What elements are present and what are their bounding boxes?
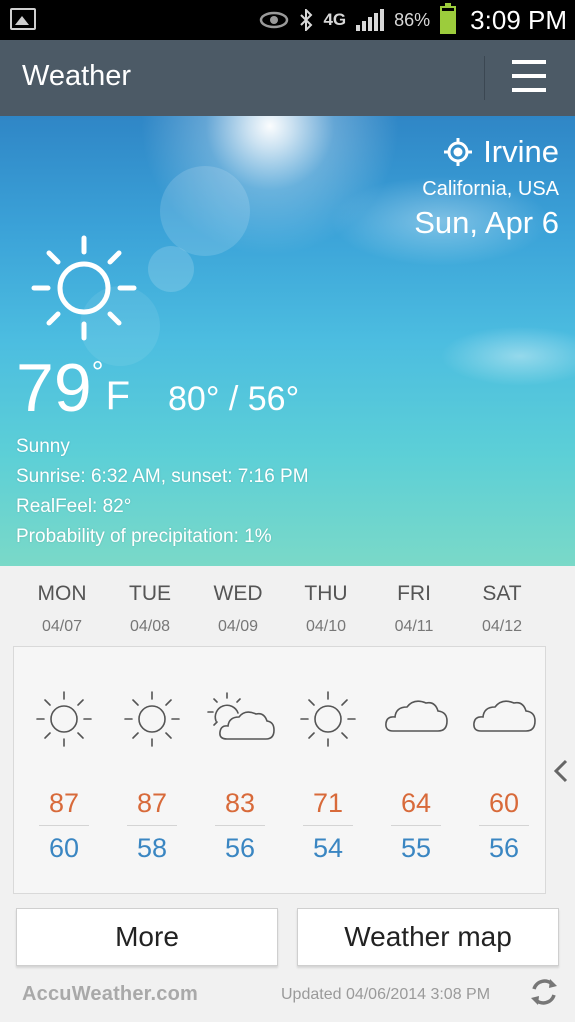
- forecast-day[interactable]: 87 58: [108, 687, 196, 866]
- high-temp: 87: [48, 788, 80, 818]
- signal-icon: [356, 9, 385, 31]
- sunny-icon: [293, 687, 363, 751]
- low-temp: 60: [48, 833, 80, 863]
- low-temp: 56: [488, 833, 520, 863]
- location-row[interactable]: Irvine: [414, 134, 559, 170]
- day-header[interactable]: MON 04/07: [18, 578, 106, 636]
- sun-icon: [31, 235, 137, 341]
- high-temp: 60: [488, 788, 520, 818]
- forecast-days: MON 04/07 TUE 04/08 WED 04/09 THU 04/10 FRI 0…: [18, 578, 546, 636]
- current-weather-hero: Irvine California, USA Sun, Apr 6 79 ° F…: [0, 116, 575, 566]
- current-date: Sun, Apr 6: [414, 205, 559, 240]
- day-name: THU: [304, 582, 348, 605]
- region-name: California, USA: [422, 178, 559, 200]
- day-header[interactable]: THU 04/10: [282, 578, 370, 636]
- battery-icon: [440, 3, 457, 34]
- day-header[interactable]: FRI 04/11: [370, 578, 458, 636]
- status-bar: 4G 86% 3:09 PM: [0, 0, 575, 40]
- image-notification-icon: [10, 8, 36, 30]
- day-header[interactable]: WED 04/09: [194, 578, 282, 636]
- cloudy-icon: [381, 687, 451, 751]
- status-time: 3:09 PM: [470, 4, 567, 35]
- forecast-day[interactable]: 71 54: [284, 687, 372, 866]
- temp-divider: [39, 825, 89, 826]
- temp-divider: [479, 825, 529, 826]
- day-date: 04/12: [481, 618, 523, 635]
- forecast-row: 87 60 87 58 83 56 71 54 64 55 60 56: [20, 687, 548, 866]
- updated-timestamp: Updated 04/06/2014 3:08 PM: [281, 986, 491, 1003]
- day-date: 04/11: [394, 618, 434, 635]
- day-name: SAT: [482, 582, 522, 605]
- weather-map-button[interactable]: Weather map: [297, 908, 559, 966]
- low-temp: 55: [400, 833, 432, 863]
- sunny-icon: [29, 687, 99, 751]
- battery-percent: 86%: [394, 9, 431, 30]
- more-button[interactable]: More: [16, 908, 278, 966]
- app-header: Weather: [0, 40, 575, 116]
- temp-divider: [215, 825, 265, 826]
- bluetooth-icon: [300, 9, 313, 31]
- lens-flare: [160, 166, 250, 256]
- network-4g-icon: 4G: [323, 10, 347, 29]
- temp-divider: [303, 825, 353, 826]
- temperature-unit: F: [105, 374, 131, 418]
- low-temp: 54: [312, 833, 344, 863]
- forecast-day[interactable]: 60 56: [460, 687, 548, 866]
- day-name: WED: [213, 582, 263, 605]
- temperature-value: 79: [16, 350, 92, 426]
- high-low-temp: 80° / 56°: [168, 380, 300, 418]
- degree-symbol: °: [91, 356, 104, 389]
- condition-text: Sunny: [16, 436, 70, 457]
- day-name: FRI: [397, 582, 431, 605]
- day-date: 04/08: [129, 618, 171, 635]
- forecast-day[interactable]: 64 55: [372, 687, 460, 866]
- realfeel-text: RealFeel: 82°: [16, 496, 132, 517]
- eye-icon: [260, 11, 289, 29]
- low-temp: 56: [224, 833, 256, 863]
- accuweather-logo[interactable]: AccuWeather.com: [22, 983, 198, 1006]
- precipitation-text: Probability of precipitation: 1%: [16, 526, 272, 547]
- day-header[interactable]: TUE 04/08: [106, 578, 194, 636]
- temp-divider: [391, 825, 441, 826]
- chevron-left-icon[interactable]: [552, 758, 570, 784]
- day-date: 04/10: [305, 618, 347, 635]
- status-icons: 4G 86% 3:09 PM: [259, 0, 567, 40]
- temp-divider: [127, 825, 177, 826]
- day-date: 04/09: [217, 618, 259, 635]
- partly-cloudy-icon: [205, 687, 275, 751]
- high-temp: 83: [224, 788, 256, 818]
- refresh-icon[interactable]: [528, 975, 560, 1009]
- cloud-wisp: [440, 326, 575, 386]
- day-header[interactable]: SAT 04/12: [458, 578, 546, 636]
- high-temp: 71: [312, 788, 344, 818]
- day-name: TUE: [129, 582, 171, 605]
- location-block: Irvine California, USA Sun, Apr 6: [414, 134, 559, 241]
- forecast-day[interactable]: 83 56: [196, 687, 284, 866]
- app-title: Weather: [22, 60, 132, 92]
- high-temp: 87: [136, 788, 168, 818]
- current-temperature: 79 ° F: [16, 354, 130, 422]
- cloudy-icon: [469, 687, 539, 751]
- low-temp: 58: [136, 833, 168, 863]
- lens-flare: [148, 246, 194, 292]
- forecast-day[interactable]: 87 60: [20, 687, 108, 866]
- forecast-panel[interactable]: 87 60 87 58 83 56 71 54 64 55 60 56: [13, 646, 546, 894]
- header-divider: [484, 56, 485, 100]
- high-temp: 64: [400, 788, 432, 818]
- hamburger-menu-icon[interactable]: [510, 58, 550, 98]
- city-name: Irvine: [483, 134, 559, 169]
- gps-location-icon: [444, 138, 473, 166]
- day-date: 04/07: [41, 618, 83, 635]
- weather-details: Sunny Sunrise: 6:32 AM, sunset: 7:16 PM …: [16, 432, 309, 552]
- sunny-icon: [117, 687, 187, 751]
- sun-times: Sunrise: 6:32 AM, sunset: 7:16 PM: [16, 466, 309, 487]
- day-name: MON: [37, 582, 87, 605]
